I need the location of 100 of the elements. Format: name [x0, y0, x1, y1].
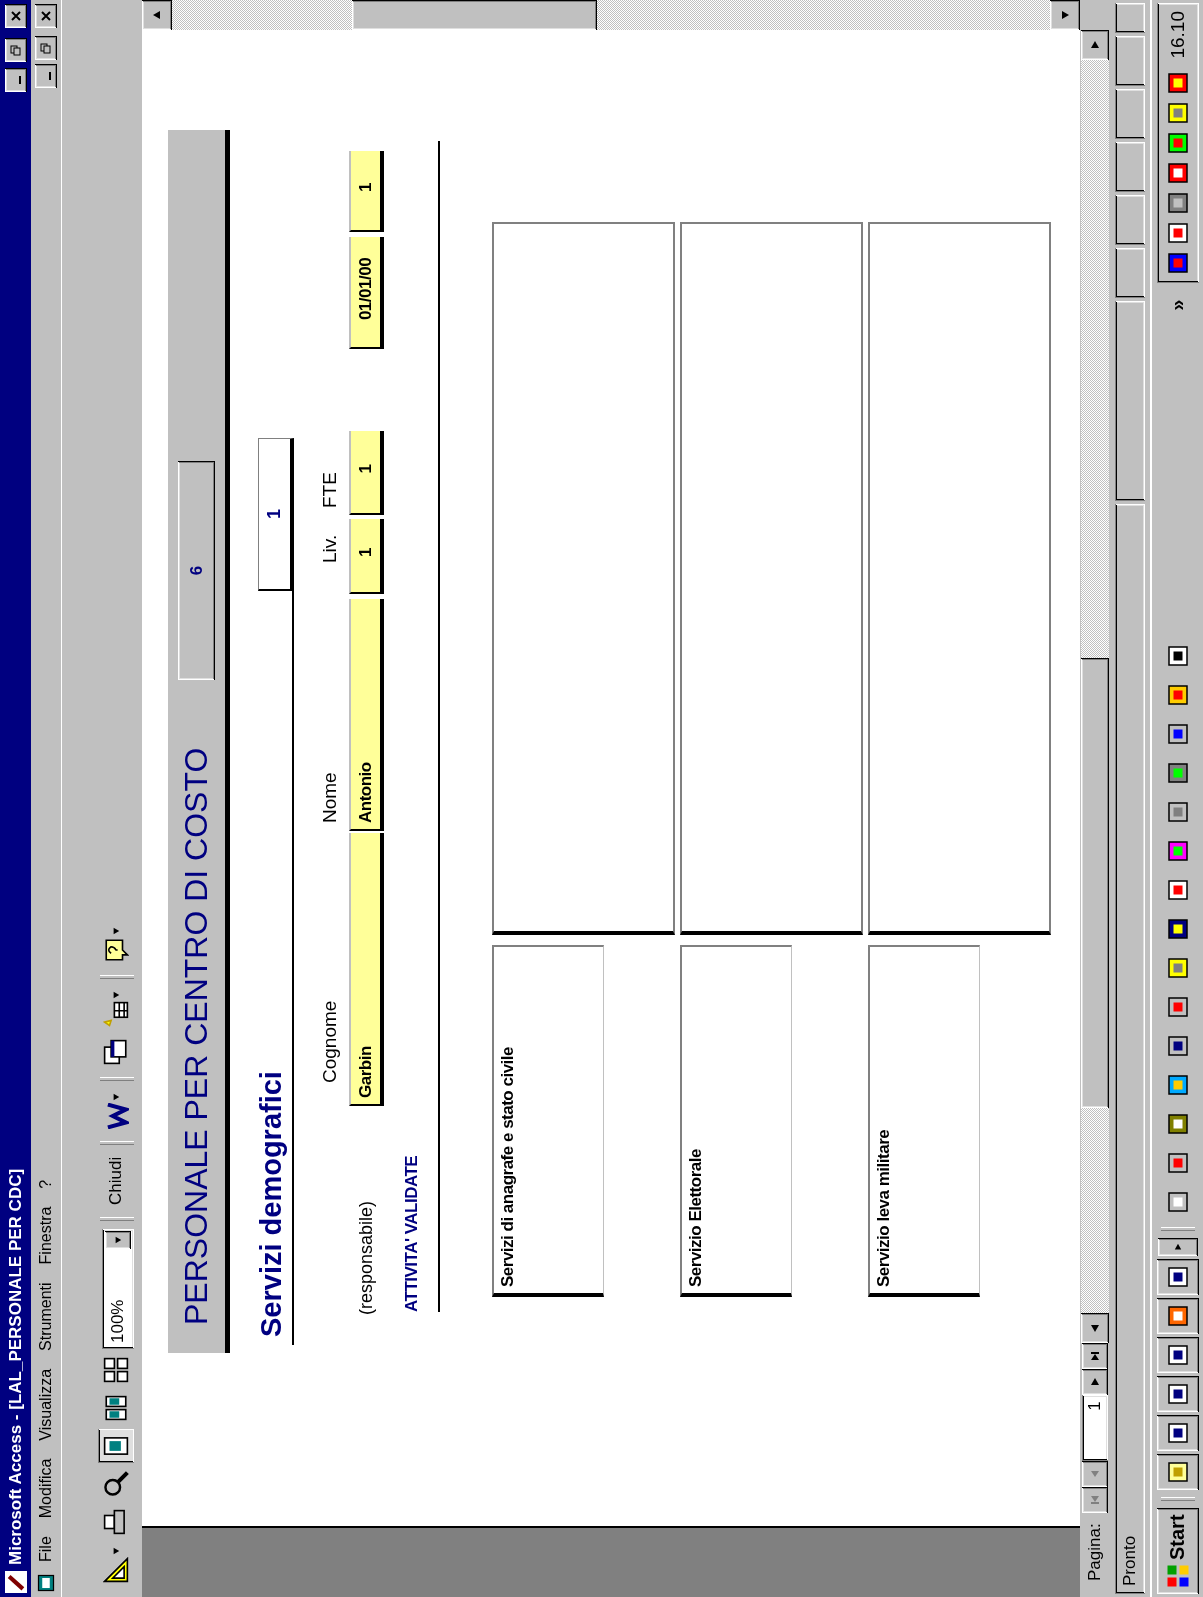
arrow-icon: [152, 10, 162, 20]
page-label: Pagina:: [1085, 1522, 1105, 1583]
scroll-up-button[interactable]: [142, 0, 172, 30]
restore-icon: [40, 42, 52, 54]
program-icon: [1165, 956, 1190, 981]
menu-item[interactable]: Visualizza: [35, 1361, 57, 1448]
page-number-field[interactable]: 1: [1082, 1395, 1108, 1462]
minimize-button[interactable]: [4, 68, 27, 92]
next-page-button[interactable]: [1082, 1369, 1108, 1396]
taskbar-button[interactable]: [1156, 1259, 1199, 1296]
first-page-button[interactable]: [1082, 1487, 1108, 1514]
program-icon: [1165, 995, 1190, 1020]
taskbar-button[interactable]: [1156, 1337, 1199, 1374]
status-text: Pronto: [1115, 504, 1145, 1594]
arrow-icon: [1090, 1377, 1100, 1388]
menu-item[interactable]: Strumenti: [35, 1275, 57, 1358]
program-icon: [1165, 800, 1190, 825]
zoom-combo[interactable]: 100%: [102, 1229, 134, 1349]
activity-name: Servizio Elettorale: [680, 945, 792, 1297]
scroll-arrows-button[interactable]: [1157, 1238, 1198, 1257]
program-icon: [1165, 1265, 1190, 1290]
chevron[interactable]: »: [1166, 285, 1189, 325]
column-label: Cognome: [319, 999, 341, 1083]
status-panel: [1115, 195, 1145, 245]
taskbar-button[interactable]: [1156, 1298, 1199, 1335]
help-icon: [103, 936, 129, 963]
program-icon: [1165, 761, 1190, 786]
scroll-right-button[interactable]: [1081, 30, 1109, 60]
menu-item[interactable]: File: [35, 1529, 57, 1569]
taskbar-button[interactable]: [1156, 1376, 1199, 1413]
program-icon: [1165, 220, 1190, 245]
clock: 16.10: [1166, 11, 1189, 59]
program-icon: [1165, 1382, 1190, 1407]
caret-icon: [112, 926, 120, 935]
one-page-button[interactable]: [98, 1429, 134, 1463]
taskbar-button[interactable]: [1156, 1454, 1199, 1491]
sparkle-table-icon: [103, 1000, 129, 1027]
four-pages-icon: [103, 1357, 129, 1383]
last-page-button[interactable]: [1082, 1343, 1108, 1370]
program-icon: [1165, 1343, 1190, 1368]
activity-name: Servizio leva militare: [868, 945, 980, 1297]
scroll-thumb[interactable]: [1081, 658, 1109, 1109]
arrow-icon: [1090, 40, 1100, 50]
level-field: 1: [349, 519, 384, 594]
scroll-thumb[interactable]: [352, 0, 597, 30]
close-button[interactable]: [4, 4, 27, 28]
two-pages-icon: [103, 1395, 129, 1421]
minimize-icon: [18, 76, 21, 84]
program-icon: [1165, 130, 1190, 155]
program-icon: [1165, 1112, 1190, 1137]
column-label: FTE: [319, 471, 341, 508]
restore-button[interactable]: [4, 38, 27, 62]
column-label: Nome: [319, 771, 341, 823]
document-icon: [36, 1573, 56, 1593]
magnifier-icon: [103, 1471, 129, 1497]
program-icon: [1165, 70, 1190, 95]
windows-flag-icon: [1165, 1564, 1190, 1588]
surname-field: Garbin: [349, 833, 384, 1106]
horizontal-scrollbar[interactable]: [1081, 30, 1109, 1344]
windows-icon: [103, 1038, 129, 1065]
close-button[interactable]: Chiudi: [98, 1152, 134, 1209]
minimize-button[interactable]: [35, 64, 57, 88]
taskbar-button[interactable]: [1156, 1415, 1199, 1452]
minimize-icon: [49, 72, 51, 80]
close-button[interactable]: [35, 4, 57, 28]
last-icon: [1090, 1351, 1100, 1362]
status-panel: [1115, 36, 1145, 86]
menu-item[interactable]: ?: [35, 1172, 57, 1196]
previous-page-button[interactable]: [1082, 1461, 1108, 1488]
program-icon: [1165, 683, 1190, 708]
program-icon: [1165, 1421, 1190, 1446]
close-icon: [40, 10, 52, 22]
start-button[interactable]: Start: [1156, 1508, 1199, 1594]
program-icon: [1165, 839, 1190, 864]
department-name: Servizi demografici: [255, 591, 294, 1345]
scroll-left-button[interactable]: [1081, 1313, 1109, 1344]
count-field: 6: [178, 461, 215, 680]
menu-item[interactable]: Finestra: [35, 1199, 57, 1272]
status-panel: [1115, 3, 1145, 33]
program-icon: [1165, 917, 1190, 942]
arrow-icon: [1173, 1243, 1182, 1252]
vertical-scrollbar[interactable]: [142, 0, 1080, 30]
scroll-down-button[interactable]: [1050, 0, 1080, 30]
close-icon: [9, 10, 22, 22]
activity-name: Servizi di anagrafe e stato civile: [492, 945, 604, 1297]
menu-item[interactable]: Modifica: [35, 1451, 57, 1526]
restore-button[interactable]: [35, 36, 57, 60]
value-field: 1: [349, 151, 384, 232]
caret-icon: [112, 1547, 120, 1555]
fte-field: 1: [349, 431, 384, 515]
section-title: ATTIVITA' VALIDATE: [402, 1155, 422, 1312]
restore-icon: [9, 44, 22, 56]
program-icon: [1165, 190, 1190, 215]
window-title: Microsoft Access - [LAL_PERSONALE PER CDC]: [5, 1167, 26, 1565]
program-icon: [1165, 1151, 1190, 1176]
dropdown-button[interactable]: [105, 1231, 131, 1249]
status-panel: [1115, 142, 1145, 192]
program-icon: [1165, 722, 1190, 747]
first-icon: [1090, 1495, 1100, 1506]
program-icon: [1165, 1460, 1190, 1485]
